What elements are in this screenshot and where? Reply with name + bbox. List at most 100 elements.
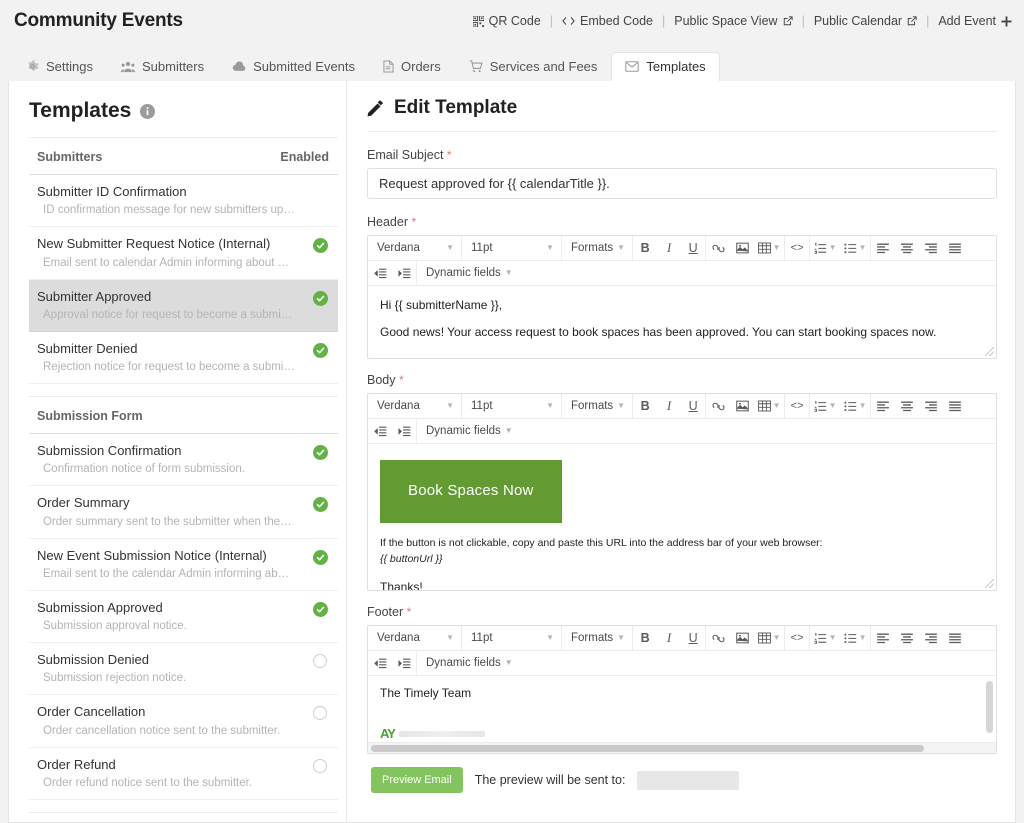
book-spaces-now-button[interactable]: Book Spaces Now — [380, 460, 562, 523]
list-item[interactable]: Order Cancellation Order cancellation no… — [29, 695, 338, 747]
status-badge[interactable] — [313, 706, 328, 721]
font-size-select[interactable]: 11pt ▼ — [462, 626, 561, 650]
bullet-list-icon[interactable]: ▼ — [840, 236, 870, 260]
preview-email-button[interactable]: Preview Email — [371, 767, 463, 793]
align-justify-icon[interactable] — [943, 236, 967, 260]
dynamic-fields-select[interactable]: Dynamic fields ▼ — [417, 261, 520, 285]
link-icon[interactable] — [706, 236, 730, 260]
image-icon[interactable] — [730, 236, 754, 260]
outdent-icon[interactable] — [368, 261, 392, 285]
underline-icon[interactable]: U — [681, 394, 705, 418]
italic-icon[interactable]: I — [657, 626, 681, 650]
indent-icon[interactable] — [392, 419, 416, 443]
tab-submitted-events[interactable]: Submitted Events — [218, 52, 369, 81]
numbered-list-icon[interactable]: ▼ — [810, 626, 840, 650]
status-badge[interactable] — [313, 654, 328, 669]
table-icon[interactable]: ▼ — [754, 626, 784, 650]
table-icon[interactable]: ▼ — [754, 394, 784, 418]
tab-settings[interactable]: Settings — [12, 52, 107, 81]
source-code-icon[interactable]: <> — [785, 236, 809, 260]
list-item[interactable]: Submitter Denied Rejection notice for re… — [29, 332, 338, 384]
status-badge[interactable] — [313, 759, 328, 774]
formats-select[interactable]: Formats ▼ — [562, 626, 632, 650]
list-item[interactable]: New Submitter Request Notice (Internal) … — [29, 227, 338, 279]
align-left-icon[interactable] — [871, 626, 895, 650]
tab-templates[interactable]: Templates — [611, 52, 719, 82]
bullet-list-icon[interactable]: ▼ — [840, 626, 870, 650]
list-item-selected[interactable]: Submitter Approved Approval notice for r… — [29, 280, 338, 332]
dynamic-fields-select[interactable]: Dynamic fields ▼ — [417, 419, 520, 443]
status-badge[interactable] — [313, 343, 328, 358]
email-subject-input[interactable] — [367, 168, 997, 199]
header-content-area[interactable]: Hi {{ submitterName }}, Good news! Your … — [368, 286, 996, 358]
image-icon[interactable] — [730, 626, 754, 650]
footer-vertical-scrollbar[interactable] — [986, 681, 993, 733]
dynamic-fields-select[interactable]: Dynamic fields ▼ — [417, 651, 520, 675]
resize-handle[interactable] — [985, 347, 994, 356]
outdent-icon[interactable] — [368, 651, 392, 675]
align-right-icon[interactable] — [919, 236, 943, 260]
align-center-icon[interactable] — [895, 394, 919, 418]
body-content-area[interactable]: Book Spaces Now If the button is not cli… — [368, 444, 996, 590]
align-right-icon[interactable] — [919, 626, 943, 650]
status-badge[interactable] — [313, 291, 328, 306]
indent-icon[interactable] — [392, 651, 416, 675]
list-item[interactable]: Submission Approved Submission approval … — [29, 591, 338, 643]
align-right-icon[interactable] — [919, 394, 943, 418]
italic-icon[interactable]: I — [657, 394, 681, 418]
list-item[interactable]: New Event Submission Notice (Internal) E… — [29, 539, 338, 591]
align-left-icon[interactable] — [871, 394, 895, 418]
indent-icon[interactable] — [392, 261, 416, 285]
bullet-list-icon[interactable]: ▼ — [840, 394, 870, 418]
link-icon[interactable] — [706, 626, 730, 650]
footer-horizontal-scrollbar[interactable] — [368, 742, 996, 753]
font-size-select[interactable]: 11pt ▼ — [462, 236, 561, 260]
source-code-icon[interactable]: <> — [785, 626, 809, 650]
image-icon[interactable] — [730, 394, 754, 418]
align-justify-icon[interactable] — [943, 626, 967, 650]
list-item[interactable]: Order Summary Order summary sent to the … — [29, 486, 338, 538]
formats-select[interactable]: Formats ▼ — [562, 394, 632, 418]
nav-link-public-calendar[interactable]: Public Calendar — [814, 14, 917, 28]
nav-link-add-event[interactable]: Add Event — [938, 14, 1012, 28]
nav-link-qr-code[interactable]: QR Code — [473, 14, 541, 28]
scrollbar-thumb[interactable] — [371, 745, 924, 752]
numbered-list-icon[interactable]: ▼ — [810, 394, 840, 418]
status-badge[interactable] — [313, 497, 328, 512]
font-size-select[interactable]: 11pt ▼ — [462, 394, 561, 418]
underline-icon[interactable]: U — [681, 236, 705, 260]
list-item[interactable]: Submission Confirmation Confirmation not… — [29, 434, 338, 486]
footer-content-area[interactable]: The Timely Team AY — [368, 676, 996, 742]
align-justify-icon[interactable] — [943, 394, 967, 418]
status-badge[interactable] — [313, 445, 328, 460]
font-family-select[interactable]: Verdana ▼ — [368, 626, 461, 650]
status-badge[interactable] — [313, 602, 328, 617]
tab-services-and-fees[interactable]: Services and Fees — [455, 52, 612, 81]
link-icon[interactable] — [706, 394, 730, 418]
align-center-icon[interactable] — [895, 626, 919, 650]
bold-icon[interactable]: B — [633, 394, 657, 418]
numbered-list-icon[interactable]: ▼ — [810, 236, 840, 260]
status-badge[interactable] — [313, 550, 328, 565]
formats-select[interactable]: Formats ▼ — [562, 236, 632, 260]
align-center-icon[interactable] — [895, 236, 919, 260]
outdent-icon[interactable] — [368, 419, 392, 443]
list-item[interactable]: Submitter ID Confirmation ID confirmatio… — [29, 175, 338, 227]
underline-icon[interactable]: U — [681, 626, 705, 650]
nav-link-embed-code[interactable]: Embed Code — [562, 14, 653, 28]
font-family-select[interactable]: Verdana ▼ — [368, 236, 461, 260]
bold-icon[interactable]: B — [633, 236, 657, 260]
font-family-select[interactable]: Verdana ▼ — [368, 394, 461, 418]
italic-icon[interactable]: I — [657, 236, 681, 260]
align-left-icon[interactable] — [871, 236, 895, 260]
status-badge[interactable] — [313, 238, 328, 253]
list-item[interactable]: Order Refund Order refund notice sent to… — [29, 748, 338, 800]
tab-submitters[interactable]: Submitters — [107, 52, 218, 81]
list-item[interactable]: Submission Denied Submission rejection n… — [29, 643, 338, 695]
tab-orders[interactable]: Orders — [369, 52, 455, 81]
resize-handle[interactable] — [985, 579, 994, 588]
table-icon[interactable]: ▼ — [754, 236, 784, 260]
bold-icon[interactable]: B — [633, 626, 657, 650]
nav-link-public-space-view[interactable]: Public Space View — [674, 14, 792, 28]
info-icon[interactable] — [140, 104, 155, 119]
